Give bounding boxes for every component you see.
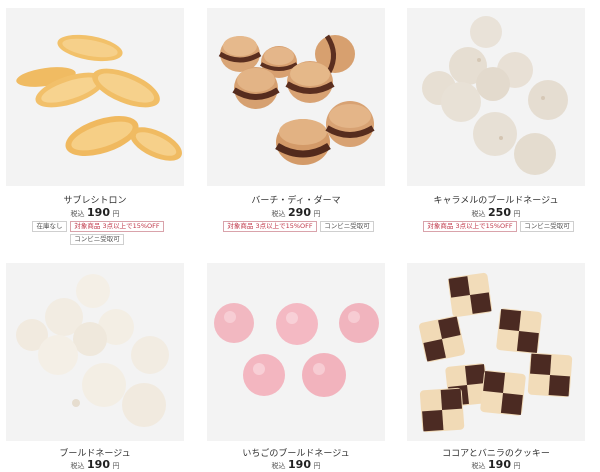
caramel-snowball-cookies-image bbox=[407, 8, 585, 186]
price-value: 190 bbox=[488, 458, 511, 471]
product-image[interactable] bbox=[207, 263, 385, 441]
product-image[interactable] bbox=[6, 263, 184, 441]
checkerboard-cookies-image bbox=[407, 263, 585, 441]
product-card[interactable]: ココアとバニラのクッキー 税込 190 円 bbox=[407, 263, 585, 472]
out-of-stock-badge: 在庫なし bbox=[32, 221, 67, 232]
baci-di-dama-cookies-image bbox=[207, 8, 385, 186]
price-suffix: 円 bbox=[513, 210, 521, 218]
price-prefix: 税込 bbox=[271, 210, 286, 218]
product-card[interactable]: サブレシトロン 税込 190 円 在庫なし 対象商品 3点以上で15%OFF コ… bbox=[6, 8, 184, 245]
snowball-cookies-image bbox=[6, 263, 184, 441]
strawberry-snowball-cookies-image bbox=[207, 263, 385, 441]
product-price: 税込 190 円 bbox=[6, 458, 184, 471]
lemon-sable-cookies-image bbox=[6, 8, 184, 186]
product-card[interactable]: バーチ・ディ・ダーマ 税込 290 円 対象商品 3点以上で15%OFF コンビ… bbox=[207, 8, 385, 243]
price-suffix: 円 bbox=[313, 462, 321, 470]
product-card[interactable]: キャラメルのブールドネージュ 税込 250 円 対象商品 3点以上で15%OFF… bbox=[407, 8, 585, 243]
convenience-pickup-badge: コンビニ受取可 bbox=[320, 221, 374, 232]
price-value: 190 bbox=[288, 458, 311, 471]
price-prefix: 税込 bbox=[471, 210, 486, 218]
convenience-pickup-badge: コンビニ受取可 bbox=[70, 234, 124, 245]
price-value: 190 bbox=[87, 206, 110, 219]
product-card[interactable]: いちごのブールドネージュ 税込 190 円 bbox=[207, 263, 385, 472]
product-grid: サブレシトロン 税込 190 円 在庫なし 対象商品 3点以上で15%OFF コ… bbox=[0, 0, 600, 472]
product-price: 税込 190 円 bbox=[407, 458, 585, 471]
discount-badge: 対象商品 3点以上で15%OFF bbox=[70, 221, 164, 232]
price-value: 250 bbox=[488, 206, 511, 219]
discount-badge: 対象商品 3点以上で15%OFF bbox=[423, 221, 517, 232]
price-prefix: 税込 bbox=[70, 462, 85, 470]
product-name[interactable]: キャラメルのブールドネージュ bbox=[407, 193, 585, 206]
price-suffix: 円 bbox=[513, 462, 521, 470]
price-suffix: 円 bbox=[112, 210, 120, 218]
product-image[interactable] bbox=[207, 8, 385, 186]
price-prefix: 税込 bbox=[70, 210, 85, 218]
convenience-pickup-badge: コンビニ受取可 bbox=[520, 221, 574, 232]
price-prefix: 税込 bbox=[471, 462, 486, 470]
product-image[interactable] bbox=[407, 263, 585, 441]
product-price: 税込 190 円 bbox=[207, 458, 385, 471]
product-name[interactable]: サブレシトロン bbox=[6, 193, 184, 206]
product-image[interactable] bbox=[407, 8, 585, 186]
product-card[interactable]: ブールドネージュ 税込 190 円 bbox=[6, 263, 184, 472]
product-price: 税込 250 円 bbox=[407, 206, 585, 219]
product-price: 税込 190 円 bbox=[6, 206, 184, 219]
price-prefix: 税込 bbox=[271, 462, 286, 470]
product-image[interactable] bbox=[6, 8, 184, 186]
discount-badge: 対象商品 3点以上で15%OFF bbox=[223, 221, 317, 232]
price-value: 290 bbox=[288, 206, 311, 219]
price-suffix: 円 bbox=[313, 210, 321, 218]
product-name[interactable]: バーチ・ディ・ダーマ bbox=[207, 193, 385, 206]
price-suffix: 円 bbox=[112, 462, 120, 470]
product-price: 税込 290 円 bbox=[207, 206, 385, 219]
price-value: 190 bbox=[87, 458, 110, 471]
